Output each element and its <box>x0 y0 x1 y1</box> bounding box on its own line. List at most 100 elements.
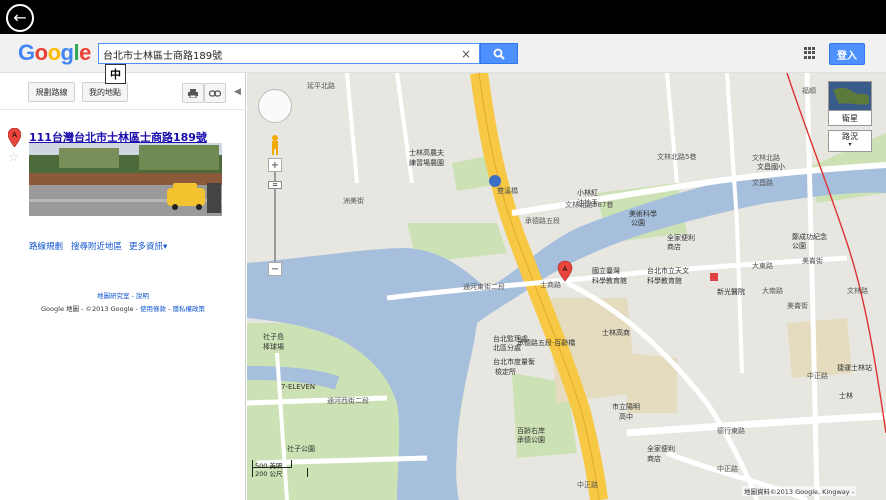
zoom-slider-handle[interactable]: = <box>268 181 282 189</box>
map-label: 德行東路 <box>717 426 745 435</box>
map-label: 士林高農夫 <box>409 148 444 157</box>
directions-link[interactable]: 路線規劃 <box>29 240 63 252</box>
search-nearby-link[interactable]: 搜尋附近地區 <box>71 240 122 252</box>
map-label: 中正路 <box>577 480 598 489</box>
map-label: 社子公園 <box>287 444 315 453</box>
map-label: 士商路 <box>540 280 561 289</box>
map-label: 高中 <box>619 412 633 421</box>
scale-imperial: 500 英呎 <box>252 460 292 470</box>
google-logo[interactable]: Google <box>18 40 91 66</box>
map-label: 福順 <box>802 86 816 95</box>
print-button[interactable] <box>182 83 204 103</box>
header-bar: Google 台北市士林區士商路189號 × 登入 <box>0 34 886 73</box>
apps-grid-icon[interactable] <box>804 47 816 59</box>
map-label: 公園 <box>792 242 806 250</box>
map-label: 承德路五段 <box>525 216 560 225</box>
map-label: 美術科學 <box>629 209 657 218</box>
back-arrow-icon[interactable]: ← <box>6 4 34 32</box>
pan-control[interactable] <box>258 89 292 123</box>
result-marker-icon: A <box>8 128 21 147</box>
map-label: 檢定所 <box>495 367 516 376</box>
map-label: 文林北路 <box>752 153 780 162</box>
map-label: 小林紅 <box>577 188 598 197</box>
map-label: 社子島 <box>263 332 284 341</box>
hospital-icon <box>710 273 718 281</box>
map-label: 士林 <box>839 391 853 400</box>
scale-metric: 200 公尺 <box>252 468 308 478</box>
get-directions-button[interactable]: 規劃路線 <box>28 82 75 102</box>
map-label: 承德路五段·百齡橋 <box>517 338 575 347</box>
svg-text:A: A <box>563 265 568 273</box>
map-label: 科學教育館 <box>592 276 627 285</box>
more-info-link[interactable]: 更多資訊▾ <box>129 240 167 252</box>
search-button[interactable] <box>480 43 518 64</box>
map-label: 士林高商 <box>602 328 630 337</box>
search-input[interactable]: 台北市士林區士商路189號 <box>98 43 480 64</box>
map-label: 台北市立天文 <box>647 266 689 275</box>
link-button[interactable] <box>204 83 226 103</box>
scale-bar: 500 英呎 200 公尺 <box>252 460 314 482</box>
signin-button[interactable]: 登入 <box>829 43 865 65</box>
labs-help-link[interactable]: 地圖研究室 - 說明 <box>97 292 149 300</box>
logo-letter: o <box>47 40 61 65</box>
map-label: 美崙街 <box>787 301 808 310</box>
map-label: 商店 <box>647 454 661 463</box>
search-icon <box>493 48 505 60</box>
footer-legal: Google 地圖 - ©2013 Google - 使用條款 - 隱私權政策 <box>41 305 205 313</box>
terms-link[interactable]: 使用條款 <box>140 305 166 313</box>
street-view-thumbnail[interactable] <box>29 143 222 216</box>
my-places-button[interactable]: 我的地點 <box>82 82 128 102</box>
map-canvas[interactable]: A 士林高農夫 練習場農園 文林北路5巷 文林北路587巷 小林紅 油抄手 美術科學 公園 全家… <box>247 73 886 500</box>
map-label: 科學教育館 <box>647 276 682 285</box>
map-label: 油抄手 <box>577 198 598 207</box>
highway-shield-icon <box>489 175 501 187</box>
map-label: 公園 <box>631 219 645 227</box>
zoom-in-button[interactable]: + <box>268 158 282 172</box>
pegman-icon[interactable] <box>268 134 282 156</box>
map-label: 商店 <box>667 242 681 251</box>
logo-letter: G <box>18 40 35 65</box>
map-label: 新光醫院 <box>717 287 745 296</box>
side-panel: 規劃路線 我的地點 ◀ A 111台灣台北市士林區士商路189號 ☆ 路線規劃 … <box>0 73 246 500</box>
map-label: 全家便利 <box>667 233 695 242</box>
map-label: 通河東街二段 <box>463 282 505 291</box>
map-label: 大南路 <box>762 286 783 295</box>
map-label: 中正路 <box>807 371 828 380</box>
map-label: 文昌國小 <box>757 162 785 171</box>
star-icon[interactable]: ☆ <box>8 150 19 164</box>
divider <box>0 109 246 110</box>
map-label: 練習場農園 <box>409 158 444 167</box>
collapse-panel-icon[interactable]: ◀ <box>234 87 241 97</box>
logo-letter: e <box>79 40 91 65</box>
zoom-out-button[interactable]: − <box>268 262 282 276</box>
map-label: 大東路 <box>752 261 773 270</box>
map-label: 國立臺灣 <box>592 266 620 275</box>
map-copyright: 地圖資料©2013 Google, Kingway - <box>742 486 857 496</box>
satellite-label[interactable]: 衛星 <box>828 110 872 126</box>
map-label: 承德公園 <box>517 435 545 444</box>
map-label: 百齡右岸 <box>517 426 545 435</box>
clear-search-button[interactable]: × <box>458 45 474 62</box>
map-label: 雙溪橋 <box>497 186 518 195</box>
map-label: 捷運士林站 <box>837 363 872 372</box>
map-label: 延平北路 <box>307 81 335 90</box>
map-label: 通河西街二段 <box>327 396 369 405</box>
labs-help-links: 地圖研究室 - 說明 <box>0 290 246 300</box>
map-label: 7-ELEVEN <box>281 383 315 391</box>
map-label: 文林北路5巷 <box>657 152 696 161</box>
privacy-link[interactable]: 隱私權政策 <box>172 305 205 313</box>
map-label: 中正路 <box>717 464 738 473</box>
map-label: 市立陽明 <box>612 402 640 411</box>
map-label: 台北市度量衡 <box>493 357 535 366</box>
traffic-toggle[interactable]: 路況 ▾ <box>828 130 872 152</box>
logo-letter: g <box>60 40 74 65</box>
map-label: 文林路 <box>847 286 868 295</box>
map-label: 全家便利 <box>647 444 675 453</box>
map-label: 洲美街 <box>343 196 364 205</box>
svg-text:A: A <box>12 131 17 139</box>
map-label: 文昌路 <box>752 178 773 187</box>
footer-copyright: Google 地圖 - ©2013 Google - <box>41 305 140 313</box>
map-label: 棒球場 <box>263 342 284 351</box>
chevron-down-icon: ▾ <box>848 141 852 149</box>
map-label: 美崙街 <box>802 256 823 265</box>
